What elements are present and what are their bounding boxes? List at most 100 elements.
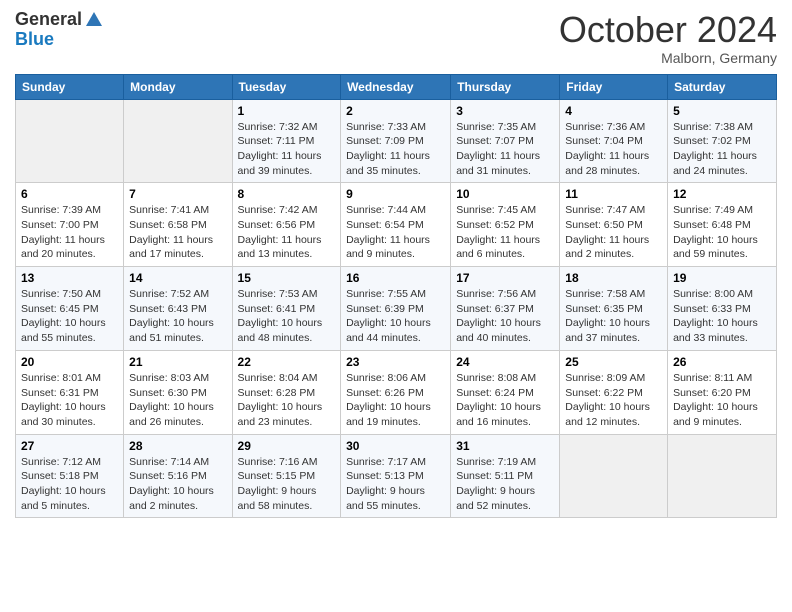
- day-info: Sunrise: 8:01 AMSunset: 6:31 PMDaylight:…: [21, 371, 118, 430]
- logo-icon: [84, 10, 104, 30]
- calendar-cell: 25 Sunrise: 8:09 AMSunset: 6:22 PMDayligh…: [560, 350, 668, 434]
- day-number: 7: [129, 187, 226, 201]
- day-number: 14: [129, 271, 226, 285]
- calendar-cell: 13 Sunrise: 7:50 AMSunset: 6:45 PMDayligh…: [16, 267, 124, 351]
- day-info: Sunrise: 7:38 AMSunset: 7:02 PMDaylight:…: [673, 120, 771, 179]
- location: Malborn, Germany: [559, 50, 777, 66]
- calendar-cell: 15 Sunrise: 7:53 AMSunset: 6:41 PMDayligh…: [232, 267, 341, 351]
- calendar-cell: 14Sunrise: 7:52 AMSunset: 6:43 PMDayligh…: [124, 267, 232, 351]
- logo: General Blue: [15, 10, 104, 50]
- calendar-cell: 10 Sunrise: 7:45 AMSunset: 6:52 PMDayligh…: [451, 183, 560, 267]
- day-number: 11: [565, 187, 662, 201]
- day-number: 30: [346, 439, 445, 453]
- calendar-cell: 30 Sunrise: 7:17 AMSunset: 5:13 PMDayligh…: [341, 434, 451, 518]
- calendar-week-row: 27Sunrise: 7:12 AMSunset: 5:18 PMDayligh…: [16, 434, 777, 518]
- calendar-cell: 6 Sunrise: 7:39 AMSunset: 7:00 PMDaylight…: [16, 183, 124, 267]
- calendar-cell: 3Sunrise: 7:35 AMSunset: 7:07 PMDaylight…: [451, 99, 560, 183]
- day-info: Sunrise: 7:33 AMSunset: 7:09 PMDaylight:…: [346, 120, 445, 179]
- title-block: October 2024 Malborn, Germany: [559, 10, 777, 66]
- day-info: Sunrise: 7:55 AMSunset: 6:39 PMDaylight:…: [346, 287, 445, 346]
- day-info: Sunrise: 8:08 AMSunset: 6:24 PMDaylight:…: [456, 371, 554, 430]
- calendar-cell: 12 Sunrise: 7:49 AMSunset: 6:48 PMDayligh…: [668, 183, 777, 267]
- day-info: Sunrise: 7:50 AMSunset: 6:45 PMDaylight:…: [21, 287, 118, 346]
- day-number: 29: [238, 439, 336, 453]
- day-info: Sunrise: 7:47 AMSunset: 6:50 PMDaylight:…: [565, 203, 662, 262]
- calendar-cell: 28 Sunrise: 7:14 AMSunset: 5:16 PMDayligh…: [124, 434, 232, 518]
- calendar-day-header: Thursday: [451, 74, 560, 99]
- day-info: Sunrise: 7:39 AMSunset: 7:00 PMDaylight:…: [21, 203, 118, 262]
- calendar-week-row: 13 Sunrise: 7:50 AMSunset: 6:45 PMDayligh…: [16, 267, 777, 351]
- calendar-day-header: Friday: [560, 74, 668, 99]
- day-info: Sunrise: 8:09 AMSunset: 6:22 PMDaylight:…: [565, 371, 662, 430]
- calendar-header-row: SundayMondayTuesdayWednesdayThursdayFrid…: [16, 74, 777, 99]
- day-number: 4: [565, 104, 662, 118]
- calendar-table: SundayMondayTuesdayWednesdayThursdayFrid…: [15, 74, 777, 519]
- day-number: 20: [21, 355, 118, 369]
- day-number: 13: [21, 271, 118, 285]
- calendar-cell: [560, 434, 668, 518]
- calendar-week-row: 6 Sunrise: 7:39 AMSunset: 7:00 PMDaylight…: [16, 183, 777, 267]
- calendar-cell: [124, 99, 232, 183]
- calendar-week-row: 20 Sunrise: 8:01 AMSunset: 6:31 PMDayligh…: [16, 350, 777, 434]
- day-number: 5: [673, 104, 771, 118]
- day-number: 18: [565, 271, 662, 285]
- calendar-cell: 19 Sunrise: 8:00 AMSunset: 6:33 PMDayligh…: [668, 267, 777, 351]
- calendar-day-header: Saturday: [668, 74, 777, 99]
- calendar-cell: 20 Sunrise: 8:01 AMSunset: 6:31 PMDayligh…: [16, 350, 124, 434]
- day-info: Sunrise: 7:44 AMSunset: 6:54 PMDaylight:…: [346, 203, 445, 262]
- logo-blue-text: Blue: [15, 30, 104, 50]
- day-number: 24: [456, 355, 554, 369]
- day-info: Sunrise: 7:56 AMSunset: 6:37 PMDaylight:…: [456, 287, 554, 346]
- day-info: Sunrise: 7:19 AMSunset: 5:11 PMDaylight:…: [456, 455, 554, 514]
- day-info: Sunrise: 7:14 AMSunset: 5:16 PMDaylight:…: [129, 455, 226, 514]
- day-info: Sunrise: 7:16 AMSunset: 5:15 PMDaylight:…: [238, 455, 336, 514]
- day-number: 25: [565, 355, 662, 369]
- day-number: 22: [238, 355, 336, 369]
- calendar-cell: [668, 434, 777, 518]
- calendar-cell: 24 Sunrise: 8:08 AMSunset: 6:24 PMDayligh…: [451, 350, 560, 434]
- day-number: 19: [673, 271, 771, 285]
- day-info: Sunrise: 8:11 AMSunset: 6:20 PMDaylight:…: [673, 371, 771, 430]
- day-number: 10: [456, 187, 554, 201]
- day-info: Sunrise: 7:17 AMSunset: 5:13 PMDaylight:…: [346, 455, 445, 514]
- day-number: 6: [21, 187, 118, 201]
- month-title: October 2024: [559, 10, 777, 50]
- header: General Blue October 2024 Malborn, Germa…: [15, 10, 777, 66]
- day-number: 27: [21, 439, 118, 453]
- day-info: Sunrise: 7:45 AMSunset: 6:52 PMDaylight:…: [456, 203, 554, 262]
- calendar-cell: 18 Sunrise: 7:58 AMSunset: 6:35 PMDayligh…: [560, 267, 668, 351]
- day-info: Sunrise: 7:42 AMSunset: 6:56 PMDaylight:…: [238, 203, 336, 262]
- day-number: 28: [129, 439, 226, 453]
- calendar-cell: 27Sunrise: 7:12 AMSunset: 5:18 PMDayligh…: [16, 434, 124, 518]
- day-info: Sunrise: 7:49 AMSunset: 6:48 PMDaylight:…: [673, 203, 771, 262]
- day-number: 26: [673, 355, 771, 369]
- calendar-day-header: Sunday: [16, 74, 124, 99]
- calendar-cell: 22 Sunrise: 8:04 AMSunset: 6:28 PMDayligh…: [232, 350, 341, 434]
- calendar-cell: 29 Sunrise: 7:16 AMSunset: 5:15 PMDayligh…: [232, 434, 341, 518]
- day-number: 15: [238, 271, 336, 285]
- calendar-cell: 31 Sunrise: 7:19 AMSunset: 5:11 PMDayligh…: [451, 434, 560, 518]
- day-number: 31: [456, 439, 554, 453]
- calendar-cell: 21Sunrise: 8:03 AMSunset: 6:30 PMDayligh…: [124, 350, 232, 434]
- day-number: 3: [456, 104, 554, 118]
- day-info: Sunrise: 7:58 AMSunset: 6:35 PMDaylight:…: [565, 287, 662, 346]
- calendar-cell: 1Sunrise: 7:32 AMSunset: 7:11 PMDaylight…: [232, 99, 341, 183]
- calendar-cell: 4Sunrise: 7:36 AMSunset: 7:04 PMDaylight…: [560, 99, 668, 183]
- logo-general-text: General: [15, 10, 82, 30]
- day-info: Sunrise: 8:03 AMSunset: 6:30 PMDaylight:…: [129, 371, 226, 430]
- day-number: 9: [346, 187, 445, 201]
- day-number: 12: [673, 187, 771, 201]
- calendar-cell: 7Sunrise: 7:41 AMSunset: 6:58 PMDaylight…: [124, 183, 232, 267]
- calendar-cell: 26 Sunrise: 8:11 AMSunset: 6:20 PMDayligh…: [668, 350, 777, 434]
- day-info: Sunrise: 7:53 AMSunset: 6:41 PMDaylight:…: [238, 287, 336, 346]
- day-number: 8: [238, 187, 336, 201]
- calendar-cell: 23Sunrise: 8:06 AMSunset: 6:26 PMDayligh…: [341, 350, 451, 434]
- day-info: Sunrise: 8:06 AMSunset: 6:26 PMDaylight:…: [346, 371, 445, 430]
- calendar-cell: 8 Sunrise: 7:42 AMSunset: 6:56 PMDaylight…: [232, 183, 341, 267]
- day-info: Sunrise: 8:04 AMSunset: 6:28 PMDaylight:…: [238, 371, 336, 430]
- day-info: Sunrise: 8:00 AMSunset: 6:33 PMDaylight:…: [673, 287, 771, 346]
- calendar-day-header: Tuesday: [232, 74, 341, 99]
- day-number: 17: [456, 271, 554, 285]
- day-number: 2: [346, 104, 445, 118]
- day-number: 16: [346, 271, 445, 285]
